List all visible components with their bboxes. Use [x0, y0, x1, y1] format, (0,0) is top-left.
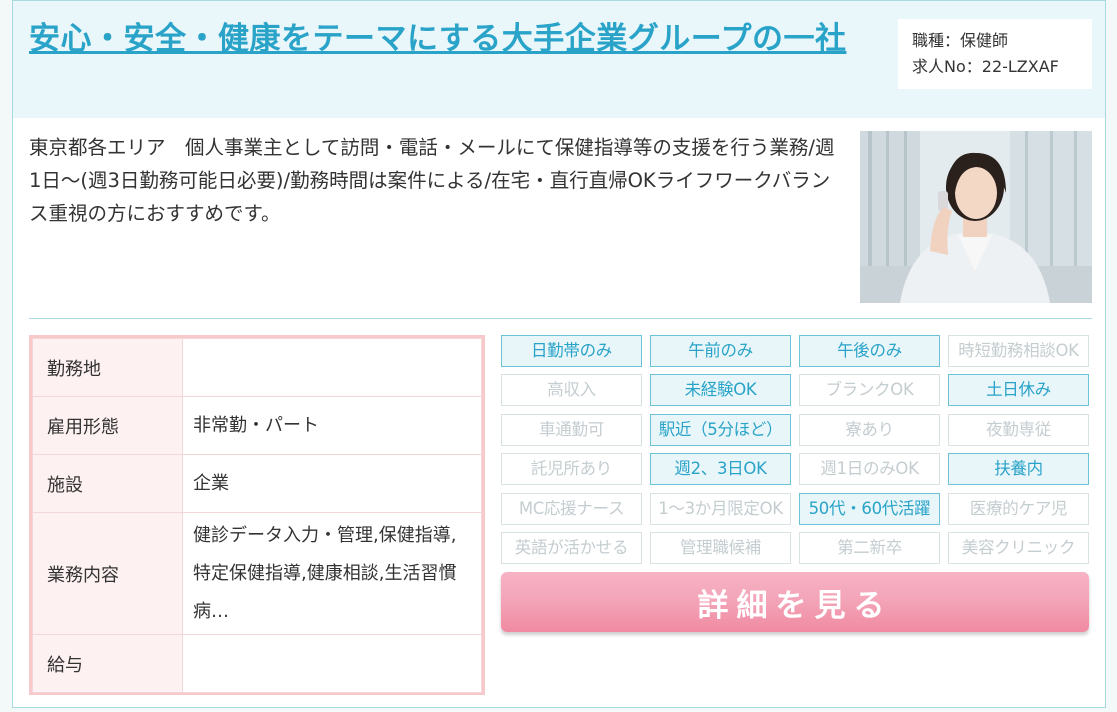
tag-50s-60s: 50代・60代活躍: [799, 493, 940, 525]
tag-blank-ok: ブランクOK: [799, 374, 940, 406]
job-number-text: 求人No：22-LZXAF: [912, 57, 1059, 76]
info-label-duties: 業務内容: [32, 512, 183, 635]
job-card: 安心・安全・健康をテーマにする大手企業グループの一社 職種：保健師 求人No：2…: [12, 0, 1106, 708]
tag-dependent: 扶養内: [948, 453, 1089, 485]
tag-mc-support-nurse: MC応援ナース: [501, 493, 642, 525]
info-value-location: [182, 338, 482, 397]
tag-near-station: 駅近（5分ほど）: [650, 414, 791, 446]
job-title-link[interactable]: 安心・安全・健康をテーマにする大手企業グループの一社: [29, 15, 849, 63]
table-row: 施設 企業: [32, 454, 482, 513]
woman-on-phone-image: [860, 131, 1092, 303]
occupation-text: 職種：保健師: [912, 31, 1009, 50]
info-label-employment: 雇用形態: [32, 396, 183, 455]
tag-short-hours: 時短勤務相談OK: [948, 335, 1089, 367]
job-meta-box: 職種：保健師 求人No：22-LZXAF: [898, 19, 1092, 89]
tag-daycare: 託児所あり: [501, 453, 642, 485]
info-value-facility: 企業: [182, 454, 482, 513]
tag-no-experience: 未経験OK: [650, 374, 791, 406]
tag-second-new-grad: 第二新卒: [799, 532, 940, 564]
table-row: 勤務地: [32, 338, 482, 397]
job-card-header: 安心・安全・健康をテーマにする大手企業グループの一社 職種：保健師 求人No：2…: [13, 1, 1105, 118]
info-value-employment: 非常勤・パート: [182, 396, 482, 455]
info-value-salary: [182, 634, 482, 693]
view-details-button[interactable]: 詳細を見る: [501, 572, 1089, 632]
tag-high-income: 高収入: [501, 374, 642, 406]
tag-english: 英語が活かせる: [501, 532, 642, 564]
table-row: 給与: [32, 634, 482, 693]
table-row: 雇用形態 非常勤・パート: [32, 396, 482, 455]
section-divider: [29, 318, 1092, 319]
tag-car-commute: 車通勤可: [501, 414, 642, 446]
tag-day-shift-only: 日勤帯のみ: [501, 335, 642, 367]
tag-limited-term: 1～3か月限定OK: [650, 493, 791, 525]
info-label-location: 勤務地: [32, 338, 183, 397]
tag-beauty-clinic: 美容クリニック: [948, 532, 1089, 564]
tag-night-shift: 夜勤専従: [948, 414, 1089, 446]
info-label-salary: 給与: [32, 634, 183, 693]
info-label-facility: 施設: [32, 454, 183, 513]
info-value-duties: 健診データ入力・管理,保健指導,特定保健指導,健康相談,生活習慣病…: [182, 512, 482, 635]
job-photo: [860, 131, 1092, 303]
job-info-table: 勤務地 雇用形態 非常勤・パート 施設 企業 業務内容 健診データ入力・管理,保…: [29, 335, 485, 695]
tag-weekends-off: 土日休み: [948, 374, 1089, 406]
tag-afternoon-only: 午後のみ: [799, 335, 940, 367]
tag-medical-care-child: 医療的ケア児: [948, 493, 1089, 525]
tag-one-day-only: 週1日のみOK: [799, 453, 940, 485]
job-description: 東京都各エリア 個人事業主として訪問・電話・メールにて保健指導等の支援を行う業務…: [29, 136, 835, 225]
tag-morning-only: 午前のみ: [650, 335, 791, 367]
tag-dormitory: 寮あり: [799, 414, 940, 446]
table-row: 業務内容 健診データ入力・管理,保健指導,特定保健指導,健康相談,生活習慣病…: [32, 512, 482, 635]
tag-manager-candidate: 管理職候補: [650, 532, 791, 564]
tag-two-three-days: 週2、3日OK: [650, 453, 791, 485]
